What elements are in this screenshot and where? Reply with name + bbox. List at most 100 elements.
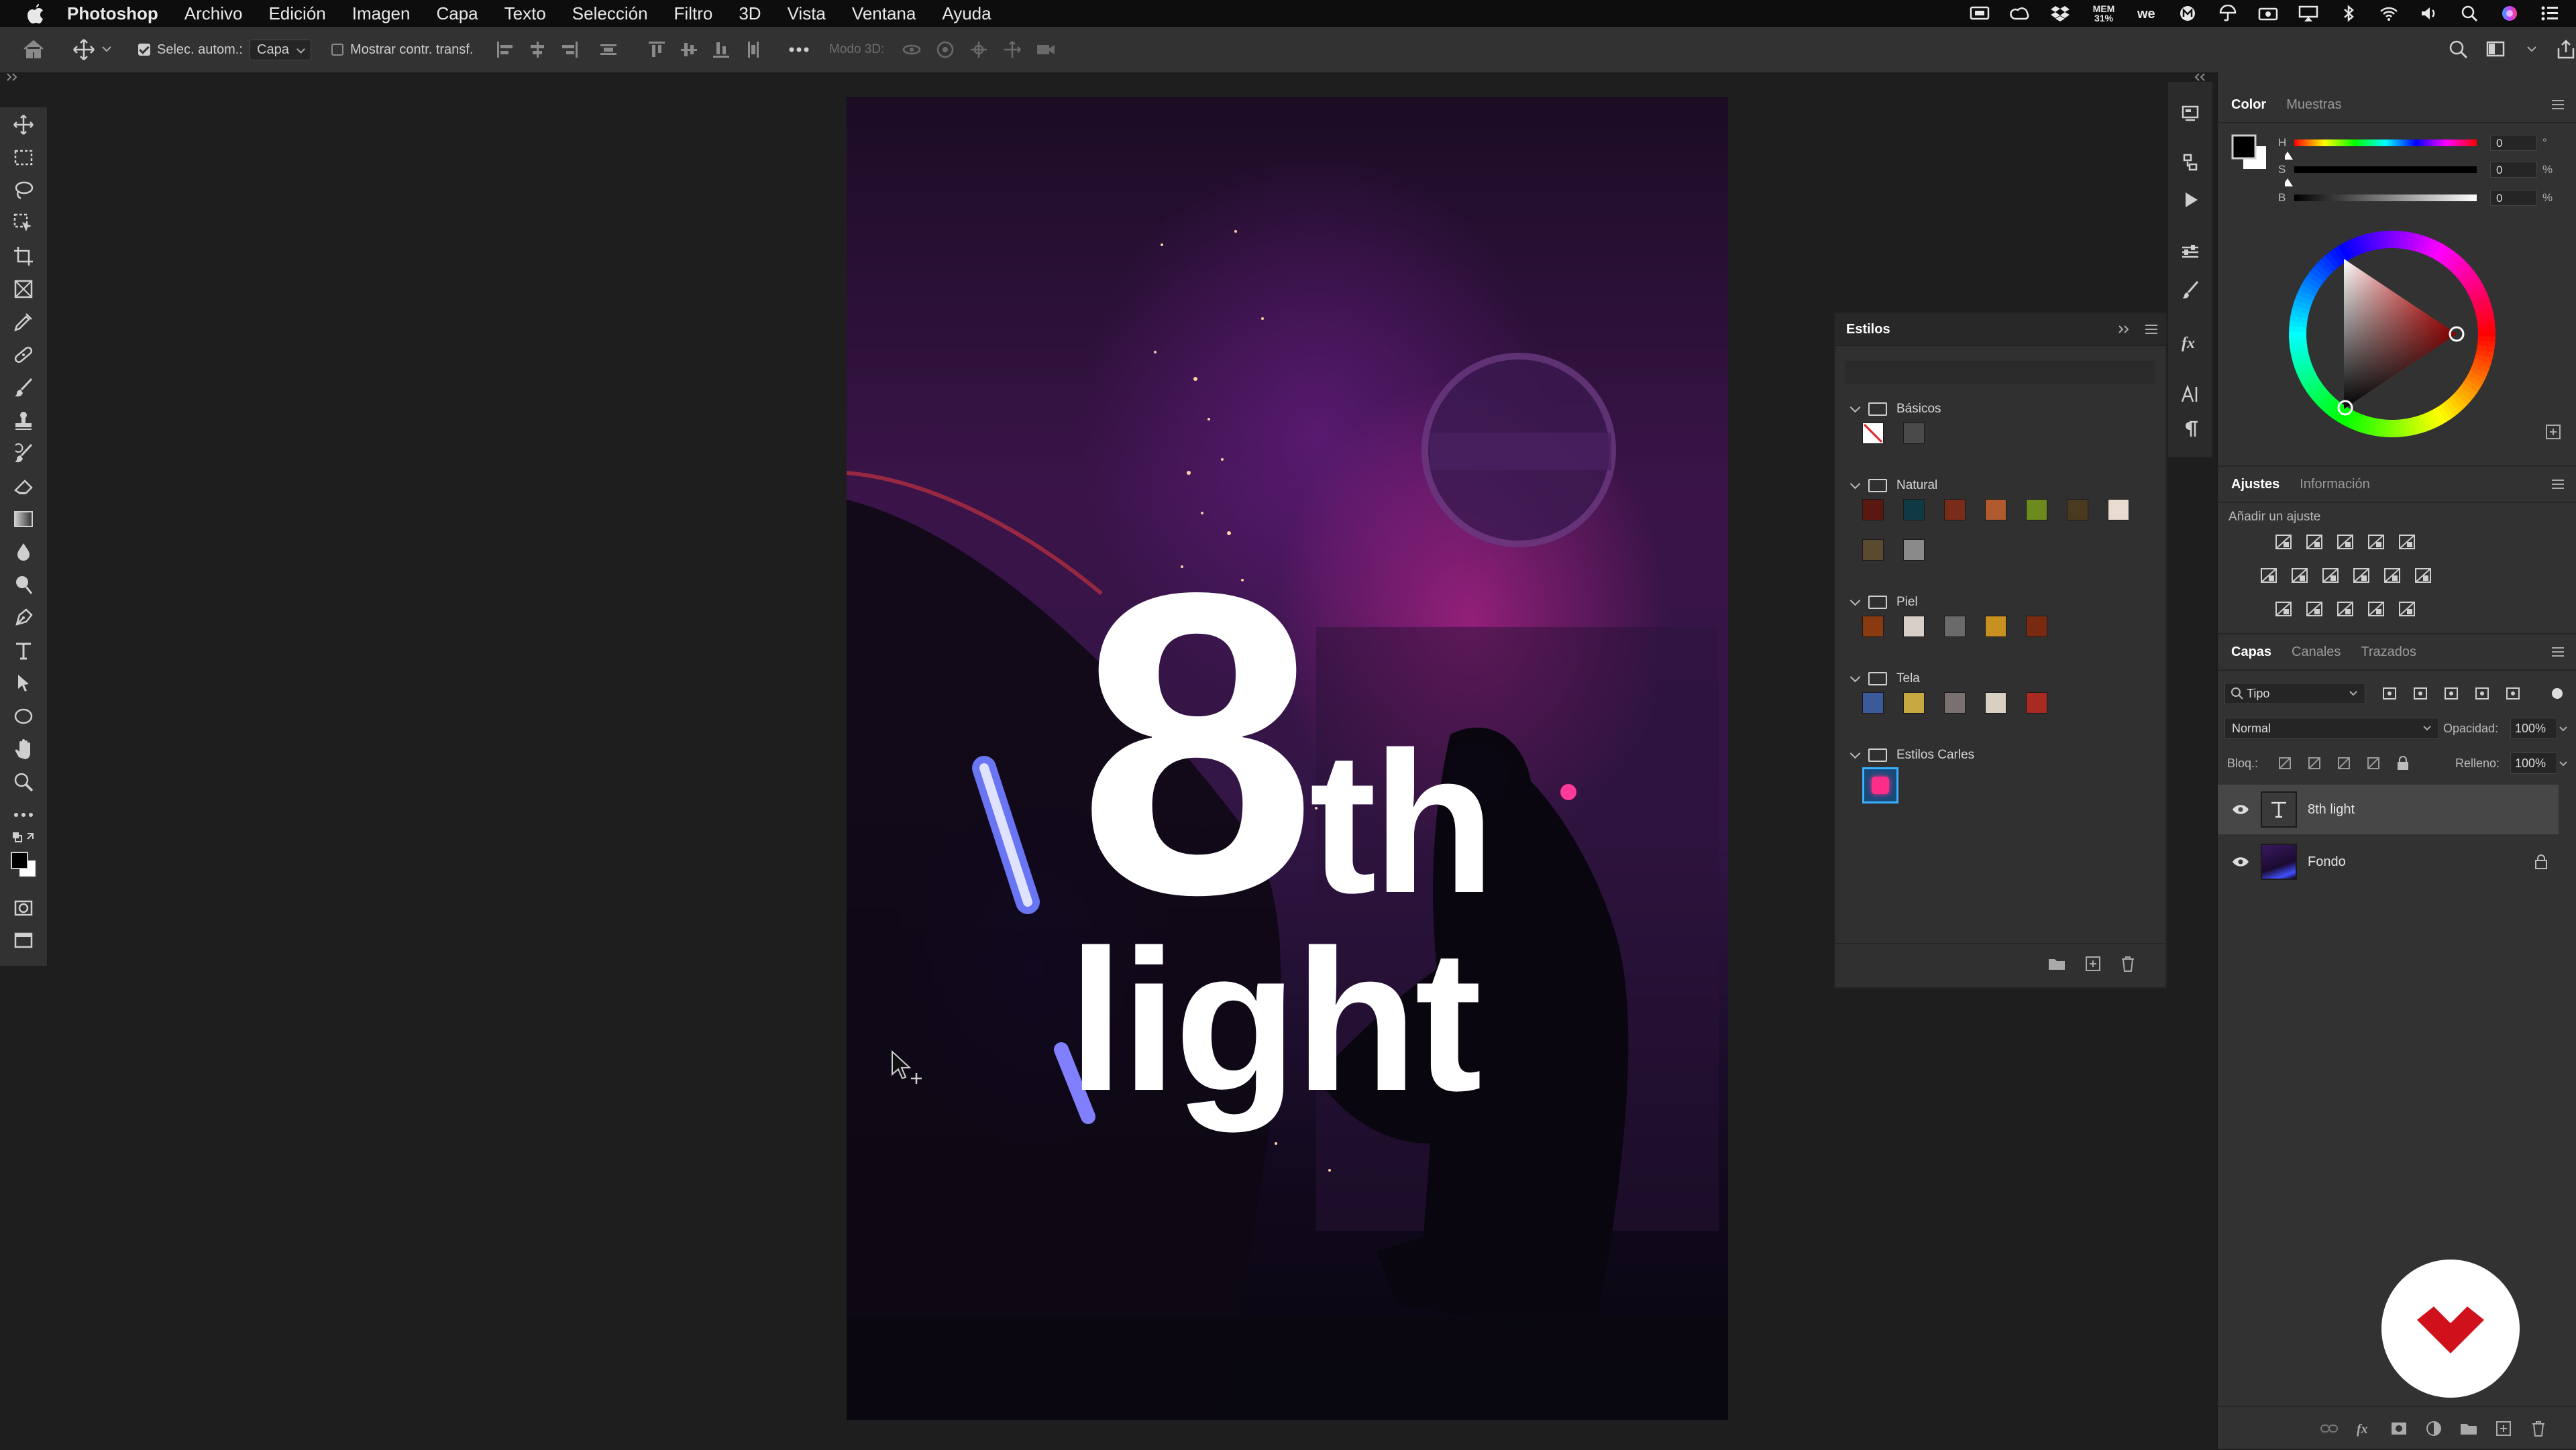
eye-icon[interactable] (2231, 856, 2250, 867)
healing-brush-tool-icon[interactable] (10, 341, 37, 368)
apple-menu-icon[interactable] (24, 2, 47, 25)
move-tool-preset[interactable] (72, 27, 113, 72)
add-mask-icon[interactable] (2388, 1418, 2410, 1439)
zoom-tool-icon[interactable] (10, 769, 37, 795)
posterize-icon[interactable] (2304, 598, 2325, 620)
fg-bg-swatch-icon[interactable] (2231, 134, 2271, 178)
3d-slide-icon[interactable] (1001, 38, 1024, 61)
type-tool-icon[interactable] (10, 637, 37, 664)
style-swatch[interactable] (1903, 499, 1925, 520)
actions-play-icon[interactable] (2178, 188, 2202, 212)
align-top-icon[interactable] (645, 38, 668, 61)
edit-toolbar-icon[interactable] (10, 801, 37, 828)
menu-app-name[interactable]: Photoshop (67, 3, 158, 24)
properties-panel-icon[interactable] (2178, 240, 2202, 264)
auto-select-checkbox[interactable]: Selec. autom.: (138, 27, 243, 72)
new-layer-icon[interactable] (2493, 1418, 2514, 1439)
show-transform-checkbox[interactable]: Mostrar contr. transf. (331, 27, 473, 72)
menu-vista[interactable]: Vista (788, 3, 826, 24)
fx-styles-icon[interactable]: fx (2178, 330, 2202, 354)
styles-search-field[interactable] (1845, 361, 2155, 384)
align-center-h-icon[interactable] (526, 38, 549, 61)
toolbar-collapse-icon[interactable] (5, 72, 19, 85)
photo-filter-icon[interactable] (2381, 565, 2403, 586)
wetransfer-icon[interactable]: we (2137, 5, 2157, 22)
history-panel-icon[interactable] (2178, 150, 2202, 174)
lock-position-icon[interactable] (2333, 752, 2355, 774)
notification-center-icon[interactable] (2540, 5, 2560, 22)
airplay-icon[interactable] (2298, 5, 2318, 22)
volume-icon[interactable] (2419, 5, 2439, 22)
gradient-map-icon[interactable] (2396, 598, 2418, 620)
style-swatch[interactable] (1903, 616, 1925, 637)
fill-input[interactable]: 100% (2510, 752, 2557, 774)
link-layers-icon[interactable] (2318, 1418, 2340, 1439)
filter-shape-icon[interactable] (2471, 683, 2493, 704)
spotlight-search-icon[interactable] (2459, 5, 2479, 22)
eye-icon[interactable] (2231, 804, 2250, 815)
style-swatch[interactable] (2026, 616, 2047, 637)
distribute-icon[interactable] (597, 38, 620, 61)
align-left-icon[interactable] (494, 38, 517, 61)
style-swatch[interactable] (1862, 423, 1884, 444)
tab-color[interactable]: Color (2231, 97, 2266, 113)
exposure-icon[interactable] (2365, 531, 2387, 553)
style-swatch[interactable] (1862, 539, 1884, 561)
align-right-icon[interactable] (558, 38, 581, 61)
styles-group-estilos-carles[interactable]: Estilos Carles (1849, 742, 1974, 769)
style-swatch[interactable] (1903, 692, 1925, 714)
menu-ayuda[interactable]: Ayuda (942, 3, 991, 24)
gradient-tool-icon[interactable] (10, 506, 37, 533)
blur-tool-icon[interactable] (10, 539, 37, 565)
color-menu-icon[interactable] (2551, 99, 2565, 110)
style-swatch[interactable] (1944, 616, 1966, 637)
3d-pan-icon[interactable] (967, 38, 990, 61)
brush-settings-icon[interactable] (2178, 278, 2202, 302)
menu-archivo[interactable]: Archivo (184, 3, 243, 24)
adjust-menu-icon[interactable] (2551, 479, 2565, 490)
hue-saturation-icon[interactable] (2289, 565, 2310, 586)
menu-capa[interactable]: Capa (436, 3, 478, 24)
align-middle-v-icon[interactable] (678, 38, 700, 61)
menu-seleccion[interactable]: Selección (572, 3, 648, 24)
menu-ventana[interactable]: Ventana (852, 3, 916, 24)
style-swatch[interactable] (1862, 616, 1884, 637)
levels-icon[interactable] (2304, 531, 2325, 553)
screen-share-icon[interactable] (1970, 5, 1990, 22)
blend-mode-dropdown[interactable]: Normal (2224, 718, 2439, 739)
brightness-contrast-icon[interactable] (2273, 531, 2294, 553)
style-swatch[interactable] (1985, 692, 2006, 714)
style-swatch[interactable] (1985, 616, 2006, 637)
styles-group-piel[interactable]: Piel (1849, 589, 1918, 616)
filter-pixel-icon[interactable] (2379, 683, 2400, 704)
styles-group-tela[interactable]: Tela (1849, 665, 1920, 692)
layer-name[interactable]: Fondo (2308, 854, 2346, 870)
ellipse-tool-icon[interactable] (10, 703, 37, 730)
style-swatch[interactable] (1944, 499, 1966, 520)
selective-color-icon[interactable] (2365, 598, 2387, 620)
delete-style-icon[interactable] (2120, 955, 2136, 972)
layers-menu-icon[interactable] (2551, 647, 2565, 657)
quick-mask-icon[interactable] (10, 895, 37, 922)
history-brush-tool-icon[interactable] (10, 440, 37, 467)
new-fill-adjustment-icon[interactable] (2423, 1418, 2445, 1439)
camera-icon[interactable] (2258, 5, 2278, 22)
foreground-background-color-icon[interactable] (10, 848, 37, 883)
new-style-icon[interactable] (2085, 956, 2101, 972)
tab-informacion[interactable]: Información (2300, 477, 2370, 492)
lock-transparent-icon[interactable] (2274, 752, 2296, 774)
opacity-input[interactable]: 100% (2510, 718, 2557, 739)
color-balance-icon[interactable] (2320, 565, 2341, 586)
eraser-tool-icon[interactable] (10, 473, 37, 500)
document-canvas[interactable]: 8 th light (847, 97, 1728, 1420)
style-swatch[interactable] (1862, 692, 1884, 714)
distribute-v-icon[interactable] (742, 38, 765, 61)
siri-icon[interactable] (2500, 5, 2520, 22)
path-selection-tool-icon[interactable] (10, 670, 37, 697)
style-swatch[interactable] (2026, 499, 2047, 520)
clone-stamp-tool-icon[interactable] (10, 407, 37, 434)
menu-edicion[interactable]: Edición (268, 3, 325, 24)
paragraph-panel-icon[interactable] (2178, 417, 2202, 441)
brush-tool-icon[interactable] (10, 374, 37, 401)
tab-canales[interactable]: Canales (2292, 645, 2341, 660)
